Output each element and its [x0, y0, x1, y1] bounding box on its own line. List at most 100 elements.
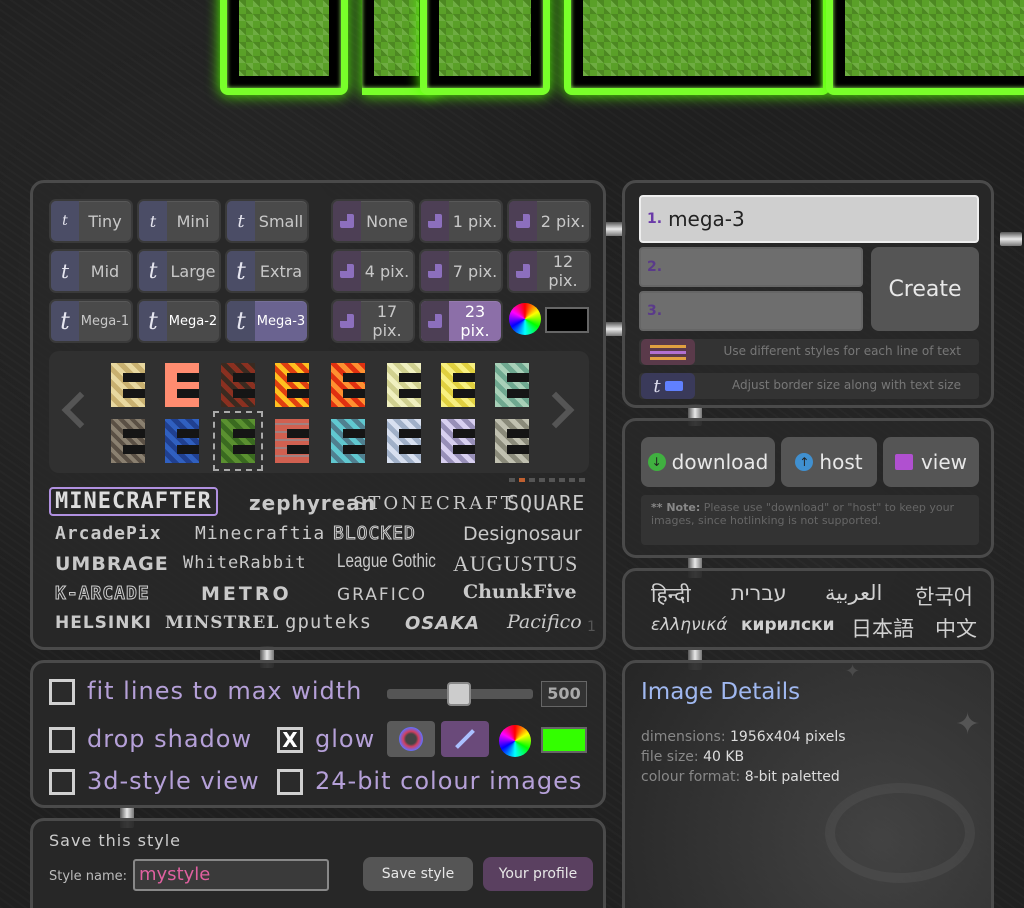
texture-grass-selected[interactable] [213, 411, 263, 471]
border-button-1[interactable]: 1 pix. [419, 199, 503, 243]
texture-redstone[interactable] [331, 363, 365, 407]
border-button-7[interactable]: 7 pix. [419, 249, 503, 293]
border-hint-row[interactable]: t Adjust border size along with text siz… [639, 373, 979, 399]
fit-lines-checkbox[interactable] [49, 679, 75, 705]
texture-gold[interactable] [441, 363, 475, 407]
create-button[interactable]: Create [871, 247, 979, 331]
font-option[interactable]: Designosaur [463, 523, 582, 545]
texture-pagination[interactable] [509, 478, 585, 482]
size-button-mini[interactable]: t Mini [137, 199, 221, 243]
font-option[interactable]: AUGUSTUS [453, 551, 578, 577]
width-slider-handle[interactable] [447, 682, 471, 706]
language-hebrew[interactable]: עברית [731, 581, 787, 605]
size-button-extra[interactable]: t Extra [225, 249, 309, 293]
language-cyrillic[interactable]: кирилски [741, 615, 835, 635]
texture-brick[interactable] [275, 419, 309, 463]
style-name-input[interactable]: mystyle [133, 859, 329, 891]
glow-style-button[interactable] [387, 721, 435, 757]
border-scale-icon: t [641, 373, 695, 399]
border-button-2[interactable]: 2 pix. [507, 199, 591, 243]
font-option[interactable]: UMBRAGE [55, 553, 169, 575]
glow-color-swatch[interactable] [541, 727, 587, 753]
font-option[interactable]: GRAFICO [337, 585, 427, 605]
font-option[interactable]: ArcadePix [55, 523, 162, 544]
line3-number: 3. [647, 303, 663, 319]
size-button-mega-2[interactable]: t Mega-2 [137, 299, 221, 343]
size-button-mega-1[interactable]: t Mega-1 [49, 299, 133, 343]
font-option[interactable]: STONECRAFT [353, 493, 516, 514]
dimensions-row: dimensions: 1956x404 pixels [641, 729, 846, 745]
filesize-row: file size: 40 KB [641, 749, 744, 765]
host-icon: ↑ [795, 453, 814, 471]
texture-quartz[interactable] [441, 419, 475, 463]
texture-diamond[interactable] [331, 419, 365, 463]
size-label: Tiny [88, 211, 122, 231]
size-button-tiny[interactable]: t Tiny [49, 199, 133, 243]
border-button-23[interactable]: 23 pix. [419, 299, 503, 343]
font-option[interactable]: gputeks [285, 611, 372, 633]
font-option[interactable]: ChunkFive [463, 581, 577, 603]
download-button[interactable]: ↓ download [641, 437, 775, 487]
font-option[interactable]: SQUARE [507, 491, 585, 515]
24bit-checkbox[interactable] [277, 769, 303, 795]
view-button[interactable]: view [883, 437, 979, 487]
glow-color-wheel-icon[interactable] [499, 725, 531, 757]
font-option[interactable]: Minecraftia [195, 523, 325, 544]
texture-sand[interactable] [111, 363, 145, 407]
language-japanese[interactable]: 日本語 [851, 613, 914, 643]
host-button[interactable]: ↑ host [781, 437, 877, 487]
drop-shadow-checkbox[interactable] [49, 727, 75, 753]
line3-input[interactable]: 3. [639, 291, 863, 331]
size-button-mid[interactable]: t Mid [49, 249, 133, 293]
size-button-large[interactable]: t Large [137, 249, 221, 293]
3d-view-checkbox[interactable] [49, 769, 75, 795]
line1-input[interactable]: 1. mega-3 [639, 195, 979, 243]
texture-salmon[interactable] [165, 363, 199, 407]
width-value[interactable]: 500 [541, 681, 587, 707]
language-korean[interactable]: 한국어 [915, 581, 973, 611]
border-button-none[interactable]: None [331, 199, 415, 243]
font-option[interactable]: WhiteRabbit [183, 553, 307, 573]
your-profile-button[interactable]: Your profile [483, 857, 593, 891]
font-option[interactable]: BLOCKED [333, 523, 416, 545]
language-hindi[interactable]: हिन्दी [651, 581, 691, 609]
image-details-panel: ✦ ✦ Image Details dimensions: 1956x404 p… [622, 660, 994, 908]
glow-brush-button[interactable] [441, 721, 489, 757]
host-label: host [819, 450, 863, 474]
language-arabic[interactable]: العربية [825, 581, 882, 605]
font-option[interactable]: MINECRAFTER [49, 487, 218, 516]
size-button-small[interactable]: t Small [225, 199, 309, 243]
text-size-plus-icon: t [227, 301, 255, 341]
24bit-label: 24-bit colour images [315, 767, 583, 795]
chevron-left-icon[interactable] [61, 391, 99, 429]
font-option[interactable]: MINSTREL [165, 613, 279, 633]
texture-endstone[interactable] [387, 363, 421, 407]
border-color-wheel-icon[interactable] [509, 303, 541, 335]
glow-checkbox[interactable]: X [277, 727, 303, 753]
border-button-17[interactable]: 17 pix. [331, 299, 415, 343]
font-option[interactable]: HELSINKI [55, 613, 152, 633]
texture-lapis[interactable] [165, 419, 199, 463]
texture-prismarine[interactable] [495, 363, 529, 407]
font-option[interactable]: OSAKA [405, 613, 480, 634]
save-style-button[interactable]: Save style [363, 857, 473, 891]
texture-ice[interactable] [387, 419, 421, 463]
language-chinese[interactable]: 中文 [935, 613, 977, 643]
line2-input[interactable]: 2. [639, 247, 863, 287]
styles-hint-row[interactable]: Use different styles for each line of te… [639, 339, 979, 365]
border-color-swatch[interactable] [545, 307, 589, 333]
fonts-page-number[interactable]: 1 [587, 619, 597, 635]
texture-netherrack[interactable] [221, 363, 255, 407]
border-button-12[interactable]: 12 pix. [507, 249, 591, 293]
border-button-4[interactable]: 4 pix. [331, 249, 415, 293]
texture-lava[interactable] [275, 363, 309, 407]
chevron-right-icon[interactable] [537, 391, 575, 429]
font-option[interactable]: Pacifico [507, 611, 582, 633]
font-option[interactable]: League Gothic [337, 551, 436, 573]
language-greek[interactable]: ελληνικά [651, 615, 728, 635]
font-option[interactable]: METRO [201, 583, 292, 605]
texture-stone[interactable] [495, 419, 529, 463]
size-button-mega-3[interactable]: t Mega-3 [225, 299, 309, 343]
font-option[interactable]: K-ARCADE [55, 583, 150, 605]
texture-gravel[interactable] [111, 419, 145, 463]
